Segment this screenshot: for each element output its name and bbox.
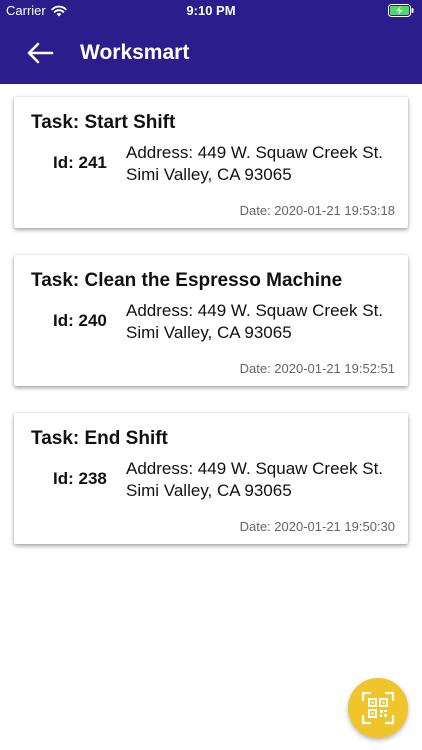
task-card[interactable]: Task: End Shift Id: 238 Address: 449 W. … <box>14 413 408 544</box>
status-time: 9:10 PM <box>186 3 236 18</box>
task-id: Id: 238 <box>53 469 107 488</box>
status-bar: Carrier 9:10 PM <box>0 0 422 22</box>
task-title: Task: Start Shift <box>31 112 176 133</box>
task-date: Date: 2020-01-21 19:50:30 <box>239 519 395 534</box>
task-address: Address: 449 W. Squaw Creek St. Simi Val… <box>126 143 384 184</box>
task-list: Task: Start Shift Id: 241 Address: 449 W… <box>14 97 408 571</box>
task-title: Task: End Shift <box>31 428 168 449</box>
task-address: Address: 449 W. Squaw Creek St. Simi Val… <box>126 459 384 500</box>
task-title: Task: Clean the Espresso Machine <box>31 270 343 291</box>
task-address: Address: 449 W. Squaw Creek St. Simi Val… <box>126 301 384 342</box>
qr-scan-icon <box>361 691 395 725</box>
app-bar: Worksmart <box>0 22 422 84</box>
task-id: Id: 241 <box>53 153 107 172</box>
task-date: Date: 2020-01-21 19:53:18 <box>239 203 395 218</box>
task-card[interactable]: Task: Start Shift Id: 241 Address: 449 W… <box>14 97 408 228</box>
task-id: Id: 240 <box>53 311 107 330</box>
task-date: Date: 2020-01-21 19:52:51 <box>239 361 395 376</box>
arrow-left-icon <box>27 42 54 64</box>
qr-scan-button[interactable] <box>348 678 408 738</box>
task-card[interactable]: Task: Clean the Espresso Machine Id: 240… <box>14 255 408 386</box>
back-button[interactable] <box>22 36 58 70</box>
battery-charging-icon <box>388 4 414 22</box>
app-title: Worksmart <box>80 41 190 64</box>
